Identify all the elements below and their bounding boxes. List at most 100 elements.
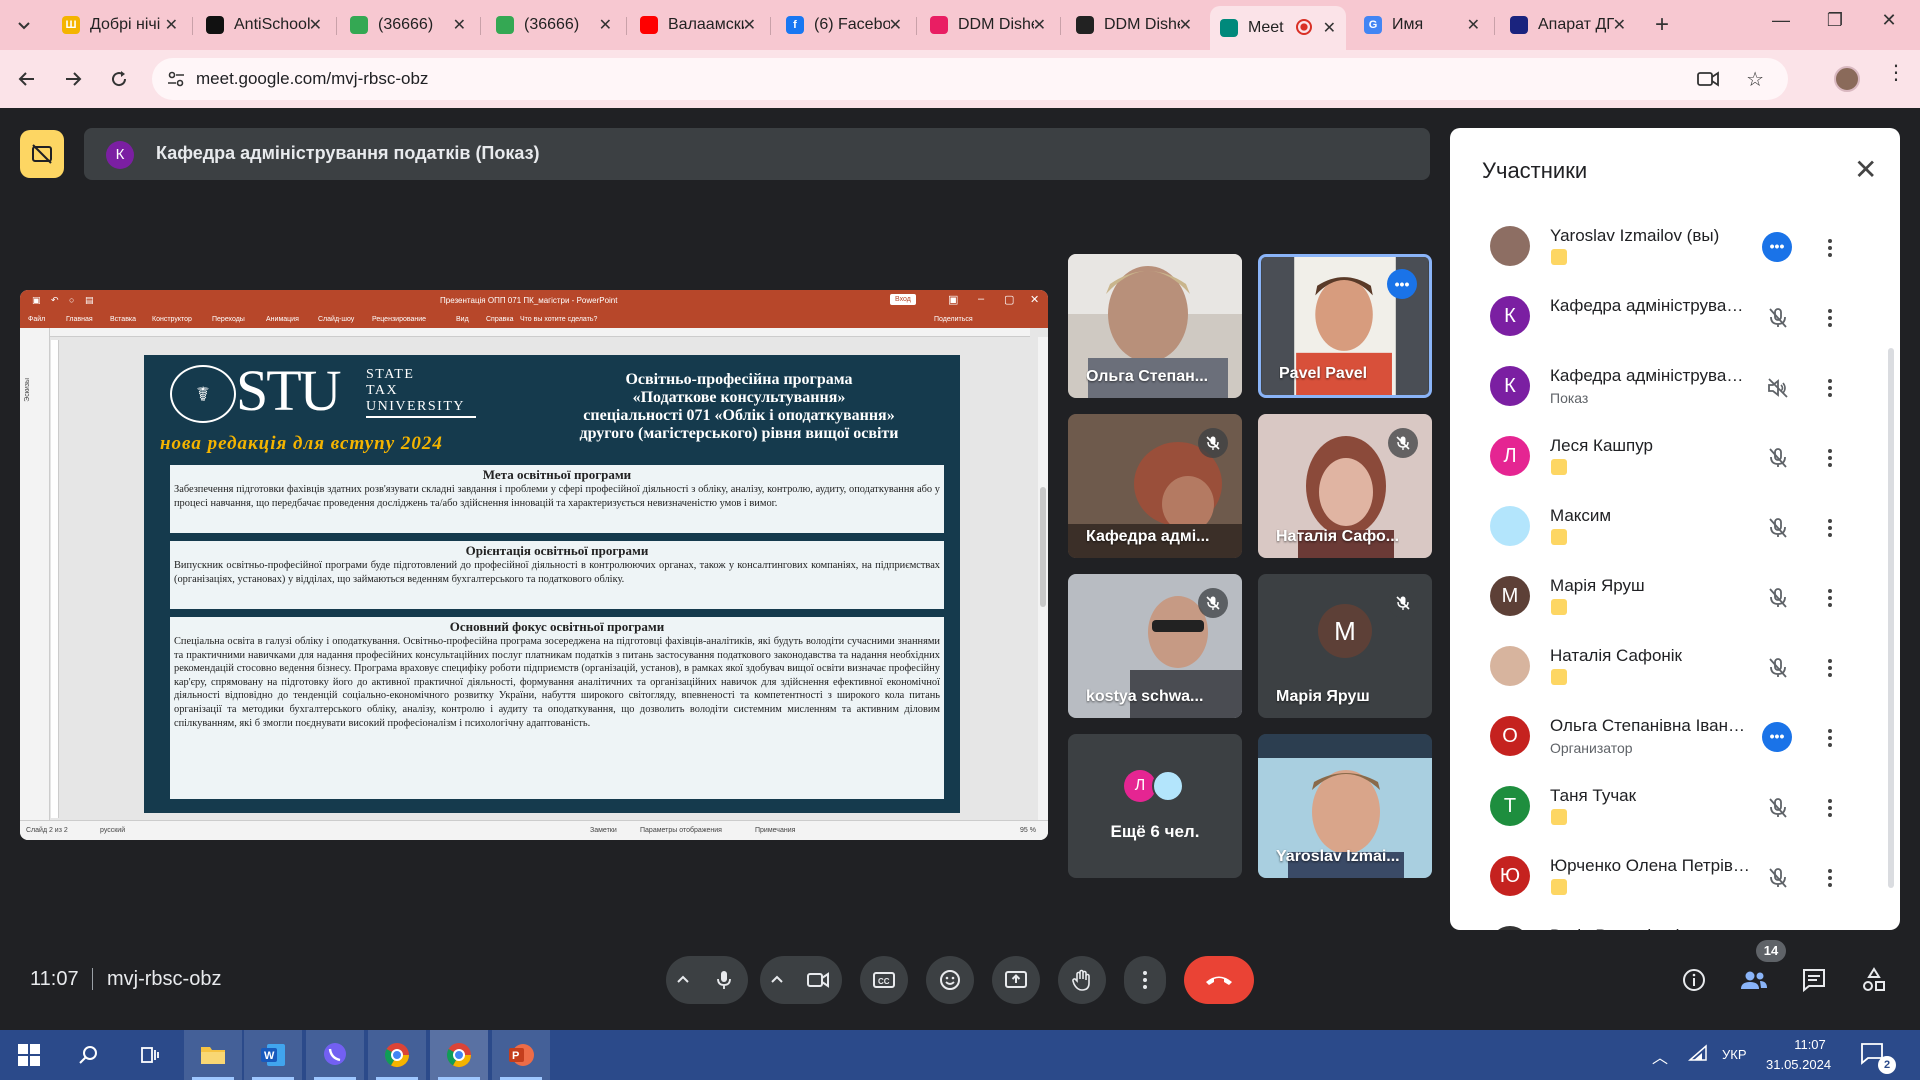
system-date[interactable]: 31.05.2024 — [1766, 1057, 1831, 1072]
video-tile[interactable]: Ольга Степан... — [1068, 254, 1242, 398]
profile-avatar[interactable] — [1834, 66, 1860, 92]
recording-notice-icon[interactable] — [20, 130, 64, 178]
others-tile[interactable]: Л Ещё 6 чел. — [1068, 734, 1242, 878]
close-tab-icon[interactable]: ✕ — [743, 15, 756, 35]
participant-menu-icon[interactable] — [1820, 582, 1840, 614]
address-bar[interactable]: meet.google.com/mvj-rbsc-obz ☆ — [152, 58, 1788, 100]
browser-menu-icon[interactable]: ⋮ — [1886, 60, 1906, 85]
camera-in-use-icon[interactable] — [1696, 68, 1720, 90]
close-tab-icon[interactable]: ✕ — [309, 15, 322, 35]
mic-off-icon[interactable] — [1762, 302, 1794, 334]
browser-tab[interactable]: f (6) Facebook✕ — [776, 8, 912, 42]
people-button[interactable] — [1734, 960, 1774, 1000]
participant-row[interactable]: Наталія Сафонік — [1450, 634, 1886, 704]
participant-row[interactable]: Л Леся Кашпур — [1450, 424, 1886, 494]
mic-off-icon[interactable] — [1762, 582, 1794, 614]
participant-row[interactable]: К Кафедра адміністрування податків Показ — [1450, 354, 1886, 424]
participant-menu-icon[interactable] — [1820, 792, 1840, 824]
participant-more-icon[interactable]: ••• — [1762, 722, 1792, 752]
close-tab-icon[interactable]: ✕ — [1467, 15, 1480, 35]
close-tab-icon[interactable]: ✕ — [453, 15, 466, 35]
presentation-banner[interactable]: К Кафедра адміністрування податків (Пока… — [84, 128, 1430, 180]
tab-search-button[interactable] — [10, 11, 38, 39]
participant-row[interactable]: Yaroslav Izmailov (вы) ••• — [1450, 214, 1886, 284]
close-tab-icon[interactable]: ✕ — [1323, 18, 1336, 38]
taskbar-word[interactable]: W — [244, 1030, 302, 1080]
video-tile-active[interactable]: ••• Pavel Pavel — [1258, 254, 1432, 398]
tray-chevron-icon[interactable]: ︿ — [1652, 1044, 1668, 1068]
participant-menu-icon[interactable] — [1820, 372, 1840, 404]
more-options-button[interactable] — [1124, 956, 1166, 1004]
participant-row[interactable]: Т Таня Тучак — [1450, 774, 1886, 844]
taskbar-chrome[interactable] — [368, 1030, 426, 1080]
captions-button[interactable]: CC — [860, 956, 908, 1004]
wifi-icon[interactable] — [1688, 1044, 1708, 1065]
close-tab-icon[interactable]: ✕ — [889, 15, 902, 35]
leave-call-button[interactable] — [1184, 956, 1254, 1004]
taskbar-chrome-2[interactable] — [430, 1030, 488, 1080]
participant-row[interactable]: Ю Юрченко Олена Петрівна — [1450, 844, 1886, 914]
participant-row[interactable]: Daria Pastushenko — [1450, 914, 1886, 930]
keyboard-language[interactable]: УКР — [1722, 1047, 1747, 1062]
participant-menu-icon[interactable] — [1820, 442, 1840, 474]
camera-options-button[interactable] — [760, 956, 794, 1004]
video-tile[interactable]: Кафедра адмі... — [1068, 414, 1242, 558]
close-tab-icon[interactable]: ✕ — [1179, 15, 1192, 35]
mic-options-button[interactable] — [666, 956, 700, 1004]
video-tile[interactable]: Наталія Сафо... — [1258, 414, 1432, 558]
taskbar-search-button[interactable] — [60, 1030, 118, 1080]
minimize-button[interactable]: — — [1766, 10, 1796, 31]
reload-button[interactable] — [104, 64, 134, 94]
browser-tab[interactable]: (36666) ✕ — [340, 8, 476, 42]
new-tab-button[interactable]: + — [1648, 11, 1676, 39]
browser-tab[interactable]: AntiSchool ✕ — [196, 8, 332, 42]
participant-menu-icon[interactable] — [1820, 862, 1840, 894]
mic-off-icon[interactable] — [1762, 792, 1794, 824]
audio-off-icon[interactable] — [1762, 372, 1794, 404]
participant-row[interactable]: Максим — [1450, 494, 1886, 564]
close-tab-icon[interactable]: ✕ — [599, 15, 612, 35]
participant-row[interactable]: О Ольга Степанівна Іванова Организатор ••• — [1450, 704, 1886, 774]
raise-hand-button[interactable] — [1058, 956, 1106, 1004]
participant-menu-icon[interactable] — [1820, 722, 1840, 754]
video-tile-self[interactable]: Yaroslav Izmai... — [1258, 734, 1432, 878]
reactions-button[interactable] — [926, 956, 974, 1004]
browser-tab[interactable]: Валаамский✕ — [630, 8, 766, 42]
tile-more-icon[interactable]: ••• — [1387, 269, 1417, 299]
taskbar-powerpoint[interactable]: P — [492, 1030, 550, 1080]
participant-more-icon[interactable]: ••• — [1762, 232, 1792, 262]
video-tile[interactable]: М Марія Яруш — [1258, 574, 1432, 718]
browser-tab[interactable]: DDM Dishes✕ — [920, 8, 1056, 42]
participant-menu-icon[interactable] — [1820, 302, 1840, 334]
panel-scrollbar[interactable] — [1888, 348, 1894, 888]
close-window-button[interactable]: ✕ — [1874, 10, 1904, 31]
taskbar-explorer[interactable] — [184, 1030, 242, 1080]
back-button[interactable] — [12, 64, 42, 94]
meeting-info-button[interactable] — [1674, 960, 1714, 1000]
close-tab-icon[interactable]: ✕ — [1033, 15, 1046, 35]
participant-menu-icon[interactable] — [1820, 512, 1840, 544]
taskbar-viber[interactable] — [306, 1030, 364, 1080]
participant-menu-icon[interactable] — [1820, 232, 1840, 264]
browser-tab[interactable]: Ш Добрі нічі ✕ — [52, 8, 188, 42]
start-button[interactable] — [0, 1030, 58, 1080]
close-tab-icon[interactable]: ✕ — [1613, 15, 1626, 35]
browser-tab[interactable]: DDM Dishes✕ — [1066, 8, 1202, 42]
system-time[interactable]: 11:07 — [1780, 1037, 1840, 1052]
browser-tab[interactable]: (36666) ✕ — [486, 8, 622, 42]
activities-button[interactable] — [1854, 960, 1894, 1000]
mic-button[interactable] — [700, 956, 748, 1004]
task-view-button[interactable] — [120, 1030, 178, 1080]
participant-row[interactable]: К Кафедра адміністрування податків — [1450, 284, 1886, 354]
forward-button[interactable] — [58, 64, 88, 94]
close-tab-icon[interactable]: ✕ — [165, 15, 178, 35]
mic-off-icon[interactable] — [1762, 652, 1794, 684]
maximize-button[interactable]: ❐ — [1820, 10, 1850, 31]
site-info-icon[interactable] — [166, 69, 186, 89]
mic-off-icon[interactable] — [1762, 512, 1794, 544]
camera-button[interactable] — [794, 956, 842, 1004]
participant-menu-icon[interactable] — [1820, 652, 1840, 684]
bookmark-star-icon[interactable]: ☆ — [1746, 67, 1764, 92]
browser-tab[interactable]: Апарат ДПС✕ — [1500, 8, 1636, 42]
participant-row[interactable]: М Марія Яруш — [1450, 564, 1886, 634]
